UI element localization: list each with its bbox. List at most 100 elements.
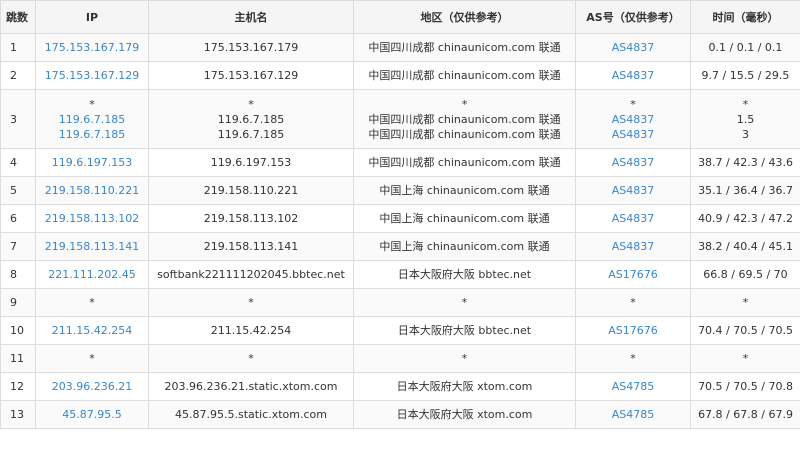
- table-row: 6 219.158.113.102 219.158.113.102 中国上海 chin…: [0, 204, 800, 233]
- as-link[interactable]: AS4837: [578, 239, 688, 254]
- header-ip: IP: [35, 0, 149, 34]
- time-value: 38.2 / 40.4 / 45.1: [698, 240, 793, 253]
- time-cell: 38.2 / 40.4 / 45.1: [690, 232, 800, 261]
- table-row: 9 * * * * *: [0, 288, 800, 317]
- time-value: 1.5: [736, 112, 755, 126]
- area-cell: 中国上海 chinaunicom.com 联通: [353, 204, 576, 233]
- ip-link[interactable]: 119.6.7.185: [38, 127, 146, 142]
- as-link[interactable]: AS4837: [578, 127, 688, 142]
- ip-value: *: [89, 352, 95, 365]
- as-cell: *: [575, 344, 691, 373]
- ip-cell: *: [35, 288, 149, 317]
- as-link[interactable]: AS17676: [578, 267, 688, 282]
- time-value: 70.5 / 70.5 / 70.8: [698, 380, 793, 393]
- area-value: 中国四川成都 chinaunicom.com 联通: [368, 127, 561, 141]
- host-cell: *: [148, 344, 354, 373]
- ip-link[interactable]: 175.153.167.129: [38, 68, 146, 83]
- as-cell: AS4837: [575, 232, 691, 261]
- as-cell: AS4837: [575, 61, 691, 90]
- header-time: 时间（毫秒）: [690, 0, 800, 34]
- area-value: 中国四川成都 chinaunicom.com 联通: [368, 112, 561, 126]
- ip-link[interactable]: 45.87.95.5: [38, 407, 146, 422]
- host-value: *: [248, 352, 254, 365]
- area-cell: 日本大阪府大阪 bbtec.net: [353, 316, 576, 345]
- as-link[interactable]: AS4837: [578, 183, 688, 198]
- ip-link[interactable]: 119.6.7.185: [38, 112, 146, 127]
- host-value: 175.153.167.129: [203, 69, 299, 82]
- time-value: *: [742, 97, 749, 111]
- area-cell: 中国上海 chinaunicom.com 联通: [353, 232, 576, 261]
- time-cell: 0.1 / 0.1 / 0.1: [690, 33, 800, 62]
- area-value: 日本大阪府大阪 bbtec.net: [397, 324, 532, 337]
- ip-value: *: [89, 296, 95, 309]
- host-value: 119.6.197.153: [210, 156, 292, 169]
- ip-link[interactable]: 211.15.42.254: [38, 323, 146, 338]
- ip-link[interactable]: 221.111.202.45: [38, 267, 146, 282]
- ip-cell: 219.158.110.221: [35, 176, 149, 205]
- table-row: 3 * 119.6.7.185 119.6.7.185 * 119.6.7.185 119.…: [0, 89, 800, 149]
- time-cell: *: [690, 288, 800, 317]
- hop-cell: 11: [0, 344, 36, 373]
- area-value: *: [461, 296, 468, 309]
- host-cell: * 119.6.7.185 119.6.7.185: [148, 89, 354, 149]
- ip-link[interactable]: 119.6.197.153: [38, 155, 146, 170]
- time-value: 35.1 / 36.4 / 36.7: [698, 184, 793, 197]
- as-cell: AS17676: [575, 260, 691, 289]
- host-value: *: [248, 97, 254, 111]
- as-link[interactable]: AS4837: [578, 40, 688, 55]
- as-cell: *: [575, 288, 691, 317]
- hop-cell: 10: [0, 316, 36, 345]
- hop-cell: 5: [0, 176, 36, 205]
- ip-link[interactable]: 219.158.110.221: [38, 183, 146, 198]
- host-value: 45.87.95.5.static.xtom.com: [175, 408, 327, 421]
- as-link[interactable]: AS17676: [578, 323, 688, 338]
- ip-link[interactable]: 203.96.236.21: [38, 379, 146, 394]
- time-cell: 35.1 / 36.4 / 36.7: [690, 176, 800, 205]
- area-cell: * 中国四川成都 chinaunicom.com 联通 中国四川成都 chinaun…: [353, 89, 576, 149]
- as-link[interactable]: AS4837: [578, 155, 688, 170]
- ip-cell: 45.87.95.5: [35, 400, 149, 429]
- as-cell: AS4785: [575, 400, 691, 429]
- time-cell: 66.8 / 69.5 / 70: [690, 260, 800, 289]
- area-value: 中国四川成都 chinaunicom.com 联通: [368, 69, 561, 82]
- ip-link[interactable]: 175.153.167.179: [38, 40, 146, 55]
- as-link[interactable]: AS4785: [578, 379, 688, 394]
- table-row: 10 211.15.42.254 211.15.42.254 日本大阪府大阪 bbte…: [0, 316, 800, 345]
- time-cell: *: [690, 344, 800, 373]
- as-link[interactable]: AS4837: [578, 68, 688, 83]
- host-value: 219.158.113.102: [203, 212, 299, 225]
- as-link[interactable]: AS4837: [578, 112, 688, 127]
- ip-link[interactable]: 219.158.113.102: [38, 211, 146, 226]
- host-value: *: [248, 296, 254, 309]
- as-cell: AS17676: [575, 316, 691, 345]
- area-value: 中国上海 chinaunicom.com 联通: [379, 240, 550, 253]
- host-cell: *: [148, 288, 354, 317]
- table-row: 8 221.111.202.45 softbank221111202045.bbte…: [0, 260, 800, 289]
- host-value: 175.153.167.179: [203, 41, 299, 54]
- as-cell: AS4837: [575, 204, 691, 233]
- header-as: AS号（仅供参考）: [575, 0, 691, 34]
- time-cell: 9.7 / 15.5 / 29.5: [690, 61, 800, 90]
- table-row: 1 175.153.167.179 175.153.167.179 中国四川成都 ch…: [0, 33, 800, 62]
- area-cell: 中国四川成都 chinaunicom.com 联通: [353, 148, 576, 177]
- as-value: *: [630, 296, 636, 309]
- host-value: 119.6.7.185: [217, 127, 285, 141]
- ip-cell: 219.158.113.141: [35, 232, 149, 261]
- host-value: softbank221111202045.bbtec.net: [157, 268, 345, 281]
- hop-cell: 9: [0, 288, 36, 317]
- host-cell: 219.158.113.102: [148, 204, 354, 233]
- time-value: *: [742, 296, 749, 309]
- area-value: 中国上海 chinaunicom.com 联通: [379, 212, 550, 225]
- as-link[interactable]: AS4837: [578, 211, 688, 226]
- host-cell: 219.158.113.141: [148, 232, 354, 261]
- as-link[interactable]: AS4785: [578, 407, 688, 422]
- host-cell: 203.96.236.21.static.xtom.com: [148, 372, 354, 401]
- table-row: 2 175.153.167.129 175.153.167.129 中国四川成都 ch…: [0, 61, 800, 90]
- time-value: 67.8 / 67.8 / 67.9: [698, 408, 793, 421]
- ip-link[interactable]: 219.158.113.141: [38, 239, 146, 254]
- as-cell: * AS4837 AS4837: [575, 89, 691, 149]
- host-value: 219.158.110.221: [203, 184, 299, 197]
- header-hop: 跳数: [0, 0, 36, 34]
- table-row: 11 * * * * *: [0, 344, 800, 373]
- area-value: 中国上海 chinaunicom.com 联通: [379, 184, 550, 197]
